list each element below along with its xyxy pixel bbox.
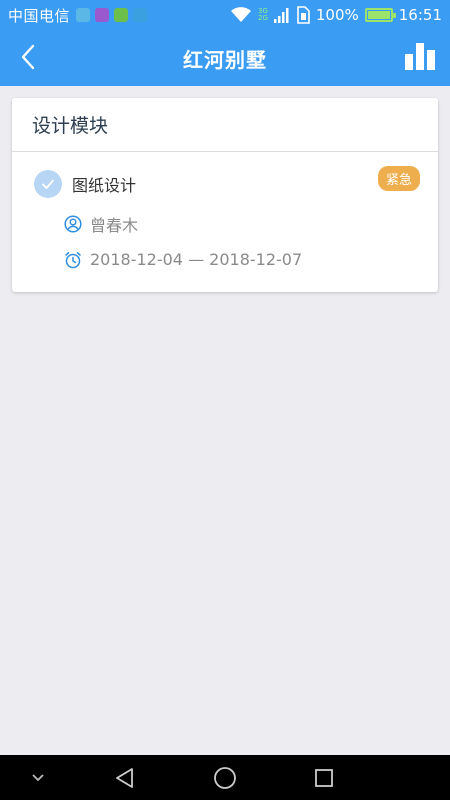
module-title: 设计模块 xyxy=(12,98,438,152)
network-type: 3G 2G xyxy=(257,7,268,22)
notification-icon xyxy=(114,8,129,22)
priority-badge: 紧急 xyxy=(377,166,420,191)
carrier-label: 中国电信 xyxy=(8,6,71,25)
task-item[interactable]: 图纸设计 紧急 曾春木 2018-12-04 — 2018-12-07 xyxy=(12,152,438,269)
chevron-down-icon[interactable] xyxy=(24,764,52,792)
wifi-icon xyxy=(230,7,251,22)
system-nav-bar xyxy=(0,755,450,800)
recents-square-icon[interactable] xyxy=(310,764,338,792)
notification-icon xyxy=(133,8,148,22)
chevron-left-icon[interactable] xyxy=(14,42,44,72)
clock: 16:51 xyxy=(398,6,442,24)
user-icon xyxy=(64,215,82,233)
notification-icon xyxy=(95,8,110,22)
page-title: 红河别墅 xyxy=(183,47,267,72)
bar-chart-icon[interactable] xyxy=(404,42,436,70)
notification-icon xyxy=(76,8,91,22)
task-dates: 2018-12-04 — 2018-12-07 xyxy=(64,250,418,269)
alarm-clock-icon xyxy=(64,251,82,269)
check-icon[interactable] xyxy=(34,170,62,198)
signal-icon xyxy=(273,8,289,23)
module-card: 设计模块 图纸设计 紧急 曾春木 2018-12-04 — 2018-12-07 xyxy=(12,98,438,292)
home-circle-icon[interactable] xyxy=(211,764,239,792)
assignee-name: 曾春木 xyxy=(90,216,139,235)
task-assignee: 曾春木 xyxy=(64,212,418,236)
battery-icon xyxy=(364,8,396,22)
date-range: 2018-12-04 — 2018-12-07 xyxy=(90,250,303,269)
battery-percent: 100% xyxy=(315,6,359,24)
back-triangle-icon[interactable] xyxy=(111,764,139,792)
task-title: 图纸设计 xyxy=(72,176,137,195)
sim-icon xyxy=(297,6,310,24)
status-bar: 中国电信 3G 2G 100% 16:51 xyxy=(0,0,450,30)
app-header: 红河别墅 xyxy=(0,30,450,86)
